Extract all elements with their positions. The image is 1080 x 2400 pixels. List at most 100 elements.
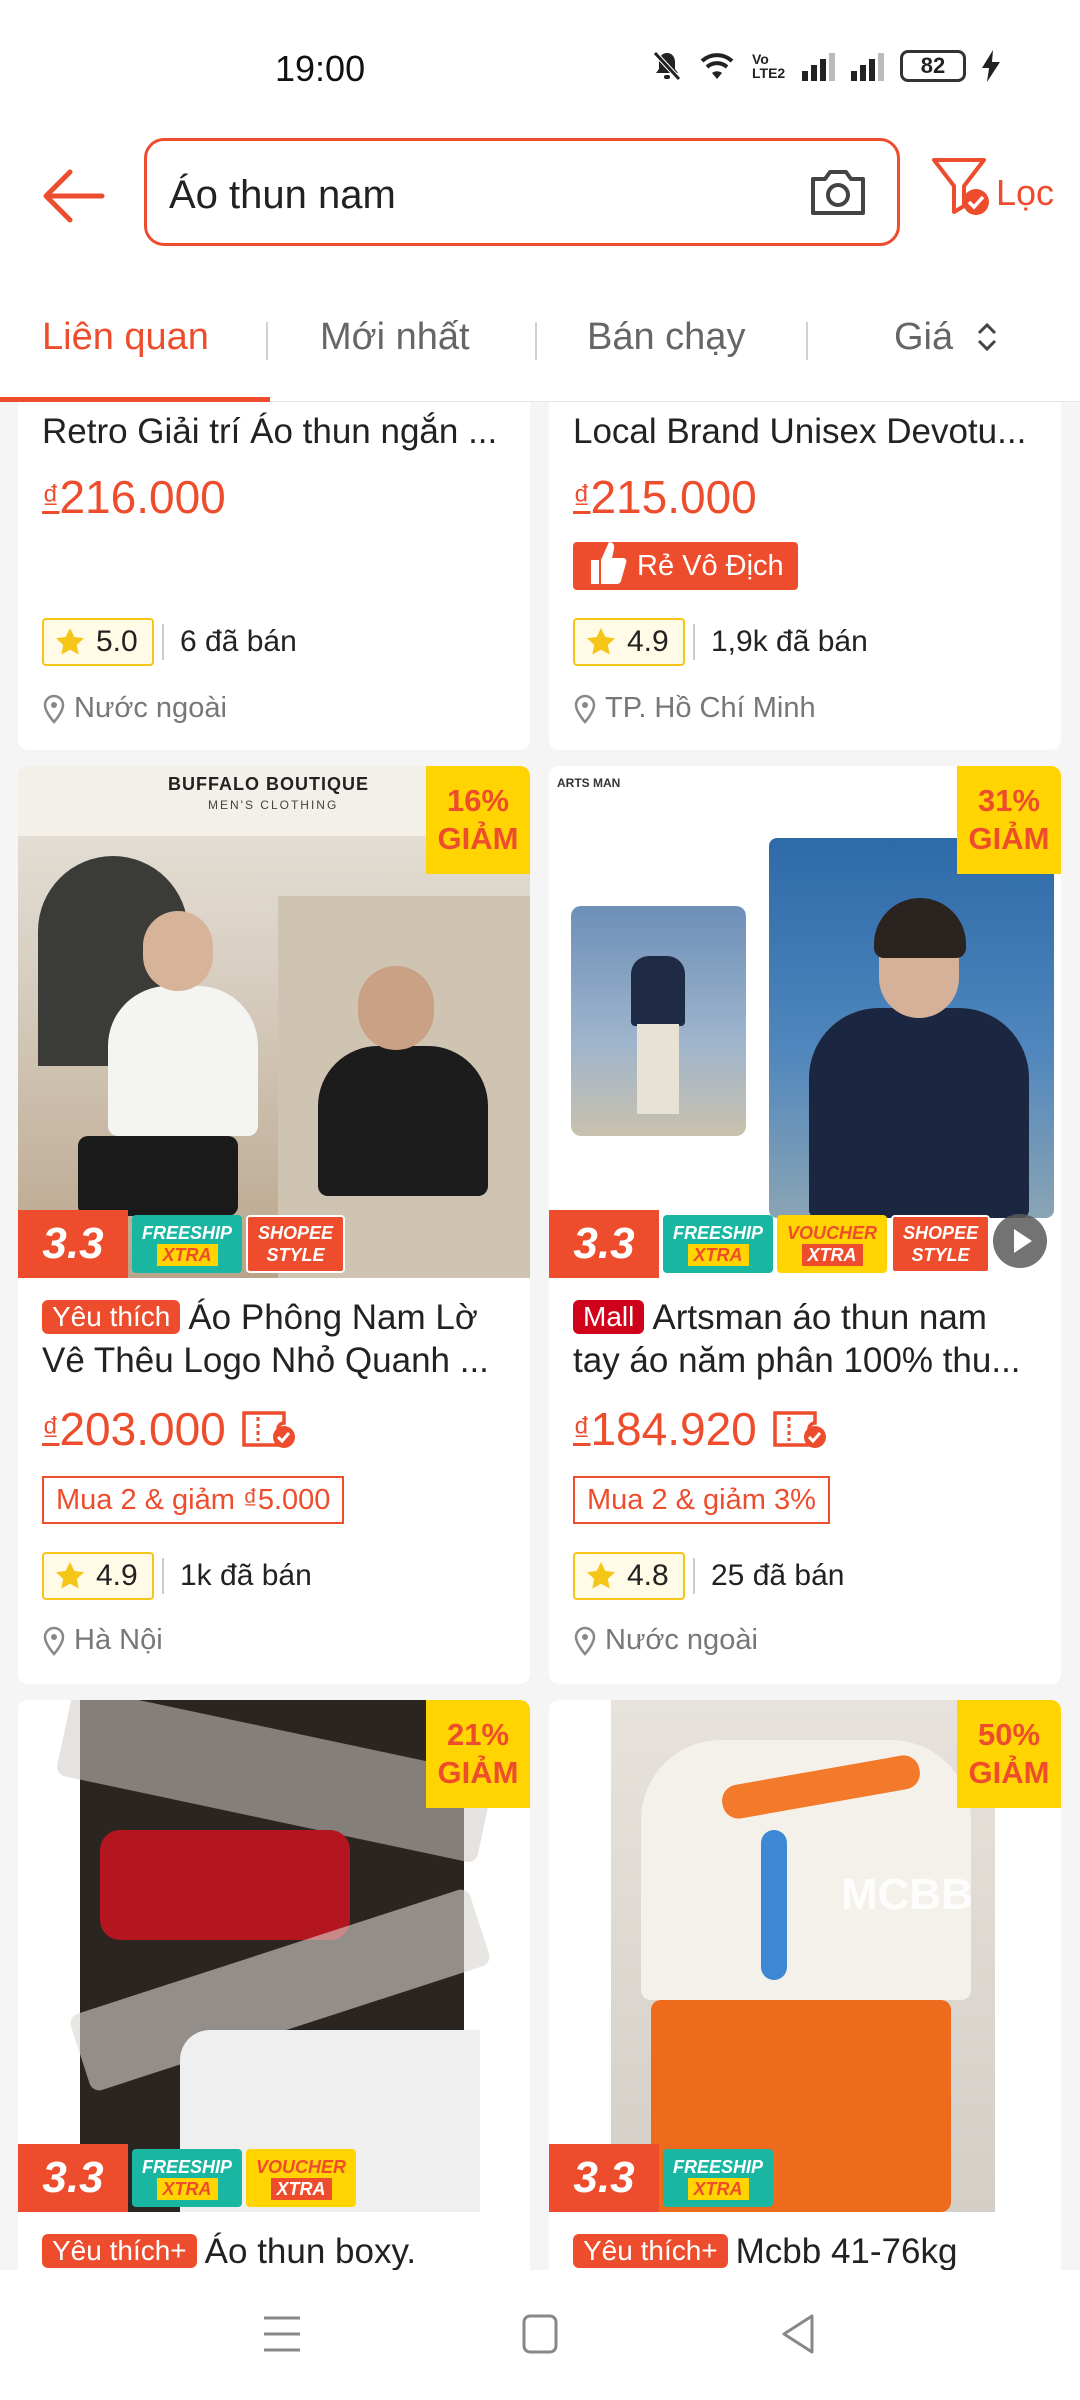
signal-2-icon	[851, 51, 884, 81]
rating-badge: 4.8	[573, 1552, 685, 1600]
status-bar: 19:00 Vo LTE2 82	[0, 0, 1080, 130]
menu-icon[interactable]	[262, 2310, 302, 2358]
sold-count: 1k đã bán	[162, 1558, 312, 1594]
product-grid: Retro Giải trí Áo thun ngắn ... ₫216.000…	[0, 402, 1080, 2270]
search-input[interactable]: Áo thun nam	[144, 138, 900, 246]
product-title: Mall Artsman áo thun nam tay áo năm phân …	[573, 1298, 1021, 1380]
voucher-chip: VOUCHER XTRA	[246, 2149, 357, 2207]
product-card[interactable]: ARTS MAN 31% GIẢM 3.3 FREESHIP XTRA VOUCHE…	[549, 766, 1061, 1684]
shopee-style-chip: SHOPEE STYLE	[891, 1215, 991, 1273]
person-head	[358, 966, 434, 1050]
product-card[interactable]: BUFFALO BOUTIQUE MEN'S CLOTHING 16% GIẢM …	[18, 766, 530, 1684]
tab-divider	[535, 322, 537, 360]
cheapest-badge: Rẻ Vô Địch	[573, 542, 798, 590]
star-icon	[587, 628, 615, 655]
signal-1-icon	[802, 51, 835, 81]
star-icon	[587, 1562, 615, 1589]
location: TP. Hồ Chí Minh	[573, 692, 816, 725]
small-photo	[571, 906, 746, 1136]
location-pin-icon	[574, 1626, 596, 1656]
model-photo: MCBB	[611, 1700, 995, 2212]
pants	[637, 1024, 679, 1114]
freeship-chip: FREESHIP XTRA	[663, 2149, 774, 2207]
tab-newest[interactable]: Mới nhất	[320, 316, 470, 359]
shorts	[78, 1136, 238, 1216]
location: Nước ngoài	[42, 692, 227, 725]
location-pin-icon	[43, 694, 65, 724]
search-header: Áo thun nam Lọc	[0, 130, 1080, 280]
camera-icon[interactable]	[805, 159, 871, 225]
system-nav-bar	[0, 2270, 1080, 2400]
location-pin-icon	[43, 1626, 65, 1656]
favorite-plus-badge: Yêu thích+	[573, 2234, 728, 2268]
back-arrow-icon[interactable]	[36, 160, 108, 232]
tab-best-selling[interactable]: Bán chạy	[587, 316, 745, 359]
voucher-chip: VOUCHER XTRA	[777, 1215, 888, 1273]
home-square-icon[interactable]	[520, 2310, 560, 2358]
red-fabric	[100, 1830, 350, 1940]
voucher-check-icon	[241, 1411, 295, 1448]
volte-icon: Vo LTE2	[752, 51, 786, 81]
person-black-shirt	[318, 1046, 488, 1196]
star-icon	[56, 628, 84, 655]
product-card[interactable]: 21% GIẢM 3.3 FREESHIP XTRA VOUCHER XTRA Yêu…	[18, 1700, 530, 2270]
hair	[874, 898, 966, 958]
search-query: Áo thun nam	[169, 173, 396, 217]
voucher-check-icon	[772, 1411, 826, 1448]
location-pin-icon	[574, 694, 596, 724]
promo-bar: 3.3 FREESHIP XTRA SHOPEE STYLE	[18, 1210, 530, 1278]
filter-button[interactable]: Lọc	[928, 152, 1068, 232]
discount-tag: 31% GIẢM	[957, 766, 1061, 874]
charging-icon	[982, 50, 1000, 82]
sort-tabs: Liên quan Mới nhất Bán chạy Giá	[0, 280, 1080, 402]
thumbs-up-icon	[591, 542, 627, 584]
status-icons: Vo LTE2 82	[652, 50, 1000, 82]
promo-bar: 3.3 FREESHIP XTRA VOUCHER XTRA SHOPEE STYLE	[549, 1210, 1061, 1278]
location: Nước ngoài	[573, 1624, 758, 1657]
discount-tag: 21% GIẢM	[426, 1700, 530, 1808]
tab-price-label: Giá	[894, 316, 954, 358]
person-navy-shirt	[809, 1008, 1029, 1218]
battery-icon: 82	[900, 50, 966, 82]
rating-badge: 4.9	[42, 1552, 154, 1600]
promo-label: Mua 2 & giảm ₫5.000	[42, 1476, 345, 1524]
large-photo	[769, 838, 1054, 1218]
promo-33: 3.3	[549, 2144, 659, 2212]
star-icon	[56, 1562, 84, 1589]
promo-label: Mua 2 & giảm 3%	[573, 1476, 830, 1524]
freeship-chip: FREESHIP XTRA	[132, 1215, 243, 1273]
product-image: MCBB 50% GIẢM 3.3 FREESHIP XTRA	[549, 1700, 1061, 2212]
promo-33: 3.3	[18, 1210, 128, 1278]
location: Hà Nội	[42, 1624, 163, 1657]
mute-icon	[653, 51, 681, 81]
product-card[interactable]: Local Brand Unisex Devotu... ₫215.000 Rẻ…	[549, 402, 1061, 750]
sold-count: 25 đã bán	[693, 1558, 844, 1594]
product-price: ₫215.000	[573, 471, 757, 523]
promo-33: 3.3	[18, 2144, 128, 2212]
product-title: Local Brand Unisex Devotu...	[573, 412, 1027, 451]
rating-badge: 4.9	[573, 618, 685, 666]
rating-badge: 5.0	[42, 618, 154, 666]
product-title: Retro Giải trí Áo thun ngắn ...	[42, 412, 498, 451]
tab-relevance[interactable]: Liên quan	[42, 316, 209, 359]
promo-bar: 3.3 FREESHIP XTRA VOUCHER XTRA	[18, 2144, 530, 2212]
sold-count: 1,9k đã bán	[693, 624, 868, 660]
back-triangle-icon[interactable]	[778, 2310, 818, 2358]
blue-print	[761, 1830, 787, 1980]
mall-badge: Mall	[573, 1300, 645, 1334]
product-price: ₫216.000	[42, 471, 226, 523]
freeship-chip: FREESHIP XTRA	[663, 1215, 774, 1273]
tab-price[interactable]: Giá	[894, 316, 1000, 359]
shopee-style-chip: SHOPEE STYLE	[246, 1215, 346, 1273]
jersey-photo	[55, 1700, 495, 2212]
person-navy-shirt	[631, 956, 685, 1026]
product-image: ARTS MAN 31% GIẢM 3.3 FREESHIP XTRA VOUCHE…	[549, 766, 1061, 1278]
status-time: 19:00	[275, 48, 366, 89]
promo-33: 3.3	[549, 1210, 659, 1278]
play-icon[interactable]	[993, 1214, 1047, 1268]
product-card[interactable]: Retro Giải trí Áo thun ngắn ... ₫216.000…	[18, 402, 530, 750]
sold-count: 6 đã bán	[162, 624, 297, 660]
freeship-chip: FREESHIP XTRA	[132, 2149, 243, 2207]
product-card[interactable]: MCBB 50% GIẢM 3.3 FREESHIP XTRA Yêu thích+…	[549, 1700, 1061, 2270]
wifi-icon	[700, 53, 734, 79]
